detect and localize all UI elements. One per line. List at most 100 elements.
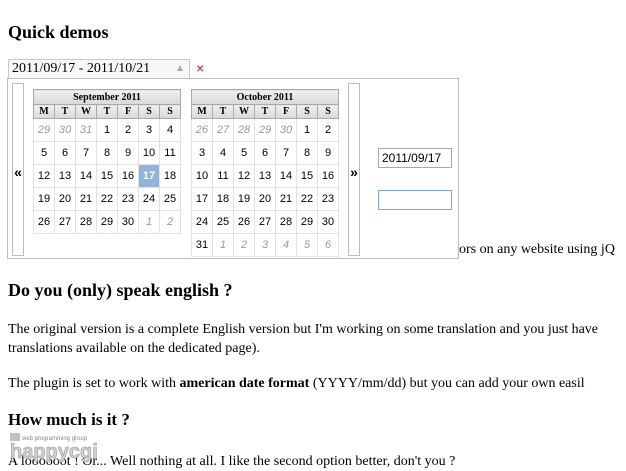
day-cell[interactable]: 20 — [254, 187, 276, 211]
day-cell[interactable]: 3 — [191, 141, 213, 165]
watermark-brand: happycgi — [10, 441, 98, 463]
other-month-day-cell[interactable]: 27 — [212, 118, 234, 142]
day-cell[interactable]: 14 — [75, 164, 97, 188]
next-month-button[interactable]: » — [348, 83, 360, 256]
day-cell[interactable]: 31 — [191, 233, 213, 257]
date-format-prefix: The plugin is set to work with — [8, 376, 180, 391]
day-cell[interactable]: 13 — [254, 164, 276, 188]
day-cell[interactable]: 23 — [117, 187, 139, 211]
other-month-day-cell[interactable]: 29 — [254, 118, 276, 142]
calendar-week-row: 31 1 2 3 4 5 6 — [191, 233, 339, 257]
day-cell[interactable]: 1 — [96, 118, 118, 142]
day-cell[interactable]: 8 — [96, 141, 118, 165]
day-cell[interactable]: 1 — [296, 118, 318, 142]
start-date-field[interactable]: 2011/09/17 — [378, 148, 452, 168]
day-cell[interactable]: 2 — [317, 118, 339, 142]
day-cell[interactable]: 22 — [296, 187, 318, 211]
other-month-day-cell[interactable]: 5 — [296, 233, 318, 257]
prev-month-button[interactable]: « — [12, 83, 24, 256]
day-cell[interactable]: 11 — [159, 141, 181, 165]
other-month-day-cell[interactable]: 30 — [275, 118, 297, 142]
day-cell[interactable]: 24 — [191, 210, 213, 234]
day-cell[interactable]: 14 — [275, 164, 297, 188]
end-date-field[interactable] — [378, 190, 452, 210]
clear-range-icon[interactable]: × — [196, 60, 204, 76]
day-cell[interactable]: 21 — [275, 187, 297, 211]
day-cell[interactable]: 3 — [138, 118, 160, 142]
day-cell[interactable]: 18 — [159, 164, 181, 188]
day-cell[interactable]: 9 — [117, 141, 139, 165]
day-cell[interactable]: 27 — [254, 210, 276, 234]
other-month-day-cell[interactable]: 1 — [138, 210, 160, 234]
day-cell[interactable]: 18 — [212, 187, 234, 211]
day-cell[interactable]: 27 — [54, 210, 76, 234]
day-cell[interactable]: 19 — [33, 187, 55, 211]
day-cell[interactable]: 19 — [233, 187, 255, 211]
weekday-header: F — [117, 104, 139, 119]
other-month-day-cell[interactable]: 2 — [159, 210, 181, 234]
day-cell[interactable]: 12 — [233, 164, 255, 188]
other-month-day-cell[interactable]: 2 — [233, 233, 255, 257]
other-month-day-cell[interactable]: 4 — [275, 233, 297, 257]
other-month-day-cell[interactable]: 26 — [191, 118, 213, 142]
day-cell[interactable]: 28 — [275, 210, 297, 234]
other-month-day-cell[interactable]: 3 — [254, 233, 276, 257]
day-cell[interactable]: 25 — [159, 187, 181, 211]
day-cell[interactable]: 20 — [54, 187, 76, 211]
day-cell[interactable]: 15 — [96, 164, 118, 188]
day-cell[interactable]: 26 — [33, 210, 55, 234]
calendar-week-row: 10 11 12 13 14 15 16 — [191, 164, 339, 188]
day-cell[interactable]: 12 — [33, 164, 55, 188]
day-cell[interactable]: 5 — [33, 141, 55, 165]
day-cell[interactable]: 4 — [212, 141, 234, 165]
day-cell[interactable]: 6 — [254, 141, 276, 165]
calendar-week-row: 3456789 — [191, 141, 339, 165]
day-cell[interactable]: 16 — [117, 164, 139, 188]
day-cell[interactable]: 15 — [296, 164, 318, 188]
day-cell[interactable]: 16 — [317, 164, 339, 188]
calendar-week-row: 26 27 28 29 30 1 2 — [33, 210, 181, 234]
other-month-day-cell[interactable]: 30 — [54, 118, 76, 142]
day-cell[interactable]: 7 — [75, 141, 97, 165]
day-cell[interactable]: 6 — [54, 141, 76, 165]
day-cell[interactable]: 21 — [75, 187, 97, 211]
day-cell[interactable]: 23 — [317, 187, 339, 211]
day-cell[interactable]: 25 — [212, 210, 234, 234]
other-month-day-cell[interactable]: 1 — [212, 233, 234, 257]
caret-up-icon[interactable]: ▲ — [175, 60, 185, 78]
day-cell[interactable]: 8 — [296, 141, 318, 165]
other-month-day-cell[interactable]: 31 — [75, 118, 97, 142]
day-cell[interactable]: 22 — [96, 187, 118, 211]
calendar-week-row: 17 18 19 20 21 22 23 — [191, 187, 339, 211]
day-cell[interactable]: 4 — [159, 118, 181, 142]
quick-demos-heading: Quick demos — [8, 22, 109, 42]
day-cell[interactable]: 30 — [117, 210, 139, 234]
month-title: October 2011 — [191, 89, 339, 105]
calendar-week-row: 26 27 28 29 30 1 2 — [191, 118, 339, 142]
day-cell[interactable]: 2 — [117, 118, 139, 142]
day-cell[interactable]: 11 — [212, 164, 234, 188]
day-cell[interactable]: 29 — [296, 210, 318, 234]
day-cell[interactable]: 10 — [138, 141, 160, 165]
day-cell[interactable]: 9 — [317, 141, 339, 165]
selected-day-cell[interactable]: 17 — [138, 164, 160, 188]
other-month-day-cell[interactable]: 28 — [233, 118, 255, 142]
date-range-input[interactable]: 2011/09/17 - 2011/10/21 ▲ — [8, 59, 190, 79]
day-cell[interactable]: 28 — [75, 210, 97, 234]
other-month-day-cell[interactable]: 29 — [33, 118, 55, 142]
speak-english-heading: Do you (only) speak english ? — [8, 280, 233, 300]
weekday-header: S — [296, 104, 318, 119]
day-cell[interactable]: 13 — [54, 164, 76, 188]
other-month-day-cell[interactable]: 6 — [317, 233, 339, 257]
day-cell[interactable]: 26 — [233, 210, 255, 234]
day-cell[interactable]: 5 — [233, 141, 255, 165]
day-cell[interactable]: 7 — [275, 141, 297, 165]
calendar-week-row: 5 6 7 8 9 10 11 — [33, 141, 181, 165]
day-cell[interactable]: 17 — [191, 187, 213, 211]
weekday-header: T — [212, 104, 234, 119]
double-left-arrow-icon: « — [14, 164, 22, 180]
day-cell[interactable]: 29 — [96, 210, 118, 234]
day-cell[interactable]: 10 — [191, 164, 213, 188]
day-cell[interactable]: 24 — [138, 187, 160, 211]
day-cell[interactable]: 30 — [317, 210, 339, 234]
